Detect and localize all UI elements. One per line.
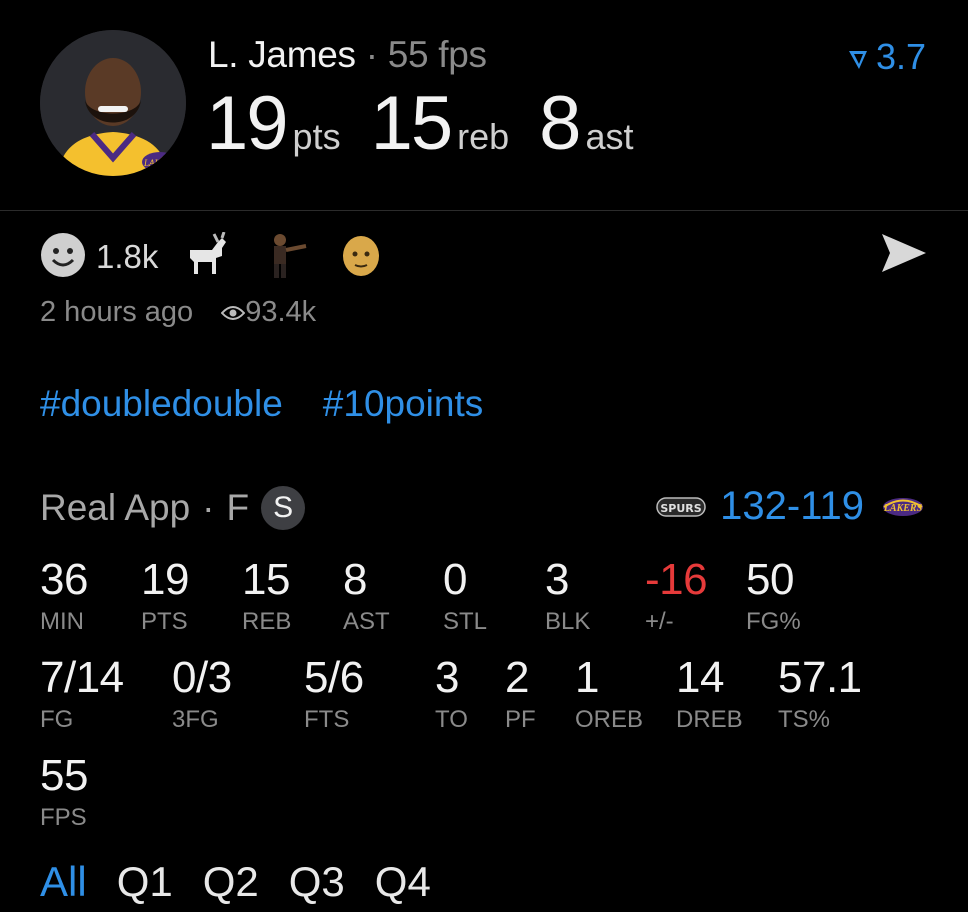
smiley-face-icon[interactable]	[40, 232, 86, 283]
quarter-tabs: All Q1 Q2 Q3 Q4	[40, 858, 461, 906]
stat-fg-pct: 50 FG%	[746, 555, 801, 636]
score-value: 132-119	[720, 484, 864, 528]
stat-fts: 5/6 FTS	[304, 653, 364, 734]
player-fps: 55 fps	[387, 34, 487, 75]
pts-value: 19	[206, 81, 289, 166]
shrug-figure-icon[interactable]	[258, 232, 310, 283]
rating-arrow-icon	[848, 51, 867, 70]
post-time: 2 hours ago	[40, 296, 194, 328]
reb-unit: reb	[457, 116, 510, 157]
stat-stl: 0 STL	[443, 555, 488, 636]
headline-stats: 19 pts 15 reb 8 ast	[206, 80, 663, 167]
tab-all[interactable]: All	[40, 858, 87, 905]
stat-fps: 55 FPS	[40, 751, 88, 832]
tab-q2[interactable]: Q2	[203, 858, 259, 905]
view-count-value: 93.4k	[245, 296, 317, 328]
lakers-logo-icon: LAKERS	[883, 497, 923, 516]
hashtag-link[interactable]: #10points	[323, 383, 483, 424]
lakers-logo-text: LAKERS	[883, 503, 923, 514]
reb-value: 15	[370, 81, 454, 166]
game-score[interactable]: SPURS 132-119 LAKERS	[656, 484, 928, 529]
pts-unit: pts	[292, 116, 341, 157]
separator-dot: ·	[365, 34, 378, 75]
bald-face-icon[interactable]	[338, 232, 384, 283]
player-avatar[interactable]: LAKERS	[40, 30, 186, 176]
share-button[interactable]	[880, 232, 928, 279]
stat-plus-minus: -16 +/-	[645, 555, 708, 636]
tab-q3[interactable]: Q3	[289, 858, 345, 905]
stat-ts-pct: 57.1 TS%	[778, 653, 862, 734]
rating-value: 3.7	[875, 36, 926, 77]
tab-q1[interactable]: Q1	[117, 858, 173, 905]
player-name-line: L. James · 55 fps	[208, 34, 487, 76]
hashtag-link[interactable]: #doubledouble	[40, 383, 283, 424]
send-icon	[882, 234, 926, 272]
view-count: 93.4k	[220, 296, 317, 328]
game-status: F	[226, 487, 250, 528]
stat-ast: 8 AST	[343, 555, 390, 636]
stat-dreb: 14 DREB	[676, 653, 743, 734]
stat-min: 36 MIN	[40, 555, 88, 636]
reactions-row: 1.8k	[40, 231, 412, 283]
ast-value: 8	[539, 81, 581, 166]
header-divider	[0, 210, 968, 211]
reaction-count: 1.8k	[96, 238, 159, 275]
stat-3fg: 0/3 3FG	[172, 653, 232, 734]
ast-unit: ast	[585, 116, 634, 157]
stat-to: 3 TO	[435, 653, 468, 734]
stat-oreb: 1 OREB	[575, 653, 644, 734]
tab-q4[interactable]: Q4	[375, 858, 431, 905]
s-badge[interactable]: S	[261, 486, 306, 530]
eye-icon	[220, 306, 246, 321]
spurs-logo-icon: SPURS	[656, 496, 706, 517]
player-name[interactable]: L. James	[208, 34, 356, 75]
goat-icon[interactable]	[182, 231, 230, 283]
stat-pf: 2 PF	[505, 653, 536, 734]
rating-badge[interactable]: 3.7	[846, 36, 926, 78]
separator-dot: ·	[202, 487, 215, 528]
stat-fg: 7/14 FG	[40, 653, 124, 734]
hashtags: #doubledouble #10points	[40, 383, 523, 425]
spurs-logo-text: SPURS	[661, 502, 702, 515]
stat-blk: 3 BLK	[545, 555, 591, 636]
post-meta: 2 hours ago 93.4k	[40, 296, 316, 329]
game-source: Real App	[40, 487, 191, 528]
stat-reb: 15 REB	[242, 555, 292, 636]
player-photo-icon: LAKERS	[40, 30, 186, 176]
game-source-line: Real App · F S	[40, 486, 306, 530]
stat-pts: 19 PTS	[141, 555, 189, 636]
svg-text:LAKERS: LAKERS	[143, 158, 177, 168]
